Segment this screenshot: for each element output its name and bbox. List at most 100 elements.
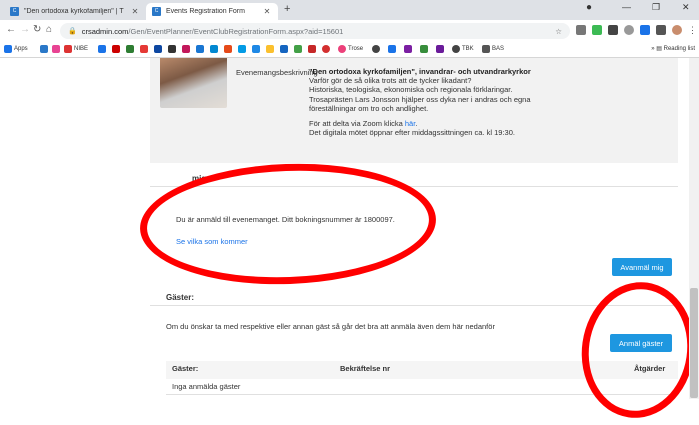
red-annotation-circle — [137, 158, 439, 290]
guests-info-text: Om du önskar ta med respektive eller ann… — [166, 322, 495, 331]
bookmark-icon[interactable] — [252, 45, 262, 53]
bookmark-nibe[interactable]: NIBE — [64, 45, 88, 53]
bookmark-icon[interactable] — [210, 45, 220, 53]
register-guests-button[interactable]: Anmäl gäster — [610, 334, 672, 352]
bookmark-favicon-icon — [322, 45, 330, 53]
tab-den-ortodoxa[interactable]: C "Den ortodoxa kyrkofamiljen" | T ✕ — [4, 3, 146, 20]
bookmark-icon[interactable] — [112, 45, 122, 53]
apps-icon — [4, 45, 12, 53]
star-icon[interactable]: ☆ — [555, 27, 562, 36]
empty-guests-message: Inga anmälda gäster — [172, 382, 241, 391]
close-icon[interactable]: ✕ — [262, 7, 272, 16]
bookmark-favicon-icon — [112, 45, 120, 53]
bookmark-favicon-icon — [98, 45, 106, 53]
bookmark-icon[interactable] — [294, 45, 304, 53]
description-line: Varför gör de så olika trots att de tyck… — [309, 76, 472, 86]
bookmark-icon[interactable] — [224, 45, 234, 53]
site-favicon-icon: C — [10, 7, 19, 16]
bookmark-icon[interactable] — [372, 45, 382, 53]
reading-list[interactable]: » ▤ Reading list — [651, 45, 695, 52]
bookmark-tbk[interactable]: TBK — [452, 45, 474, 53]
bookmark-icon[interactable] — [126, 45, 136, 53]
bookmark-icon[interactable] — [154, 45, 164, 53]
bookmark-favicon-icon — [210, 45, 218, 53]
extension-icon[interactable] — [608, 25, 618, 35]
bookmark-icon[interactable] — [52, 45, 62, 53]
extension-icon[interactable] — [592, 25, 602, 35]
bookmark-favicon-icon — [294, 45, 302, 53]
divider — [166, 394, 678, 395]
bookmark-icon[interactable] — [266, 45, 276, 53]
bookmark-trose[interactable]: Trose — [338, 45, 363, 53]
home-icon[interactable]: ⌂ — [46, 24, 52, 35]
bookmark-icon[interactable] — [238, 45, 248, 53]
bookmark-icon[interactable] — [308, 45, 318, 53]
maximize-icon[interactable]: ❐ — [652, 2, 660, 13]
bookmark-favicon-icon — [388, 45, 396, 53]
column-header-confirmation: Bekräftelse nr — [340, 364, 391, 373]
bookmark-favicon-icon — [40, 45, 48, 53]
bookmark-favicon-icon — [196, 45, 204, 53]
bookmark-icon[interactable] — [98, 45, 108, 53]
bookmark-favicon-icon — [168, 45, 176, 53]
scrollbar-thumb[interactable] — [690, 288, 698, 398]
bookmark-bas[interactable]: BAS — [482, 45, 504, 53]
bookmark-icon[interactable] — [436, 45, 446, 53]
event-photo — [160, 58, 227, 108]
back-icon[interactable]: ← — [6, 24, 16, 35]
bookmark-icon[interactable] — [168, 45, 178, 53]
bookmark-icon[interactable] — [404, 45, 414, 53]
bookmark-favicon-icon — [140, 45, 148, 53]
confirmation-text: Du är anmäld till evenemanget. Ditt bokn… — [176, 215, 395, 224]
new-tab-button[interactable]: + — [284, 3, 290, 15]
extension-icon[interactable] — [624, 25, 634, 35]
tab-title: "Den ortodoxa kyrkofamiljen" | T — [24, 8, 124, 15]
divider — [150, 186, 678, 187]
unregister-button[interactable]: Avanmäl mig — [612, 258, 672, 276]
bookmark-favicon-icon — [252, 45, 260, 53]
forward-icon[interactable]: → — [20, 24, 30, 35]
bookmark-icon[interactable] — [280, 45, 290, 53]
extension-icon[interactable] — [640, 25, 650, 35]
window-close-icon[interactable]: ✕ — [682, 2, 690, 13]
reload-icon[interactable]: ↻ — [33, 24, 41, 35]
extension-icon[interactable] — [576, 25, 586, 35]
bookmark-apps[interactable]: Apps — [4, 45, 28, 53]
zoom-link[interactable]: här — [405, 119, 415, 128]
zoom-text: För att delta via Zoom klicka — [309, 119, 403, 129]
bookmark-icon[interactable] — [420, 45, 430, 53]
description-label: Evenemangsbeskrivning — [236, 68, 318, 77]
divider — [150, 305, 678, 306]
minimize-icon[interactable]: — — [622, 2, 631, 12]
address-bar[interactable]: 🔒 crsadmin.com/Gen/EventPlanner/EventClu… — [60, 23, 570, 39]
bookmark-icon[interactable] — [140, 45, 150, 53]
lock-icon: 🔒 — [68, 28, 77, 35]
menu-icon[interactable]: ⋮ — [688, 25, 697, 36]
profile-icon[interactable]: ● — [586, 2, 592, 13]
bookmark-favicon-icon — [224, 45, 232, 53]
puzzle-icon[interactable] — [656, 25, 666, 35]
bookmark-favicon-icon — [372, 45, 380, 53]
bookmark-icon[interactable] — [182, 45, 192, 53]
event-description: "Den ortodoxa kyrkofamiljen", invandrar-… — [309, 67, 531, 138]
bookmark-icon[interactable] — [322, 45, 332, 53]
bookmark-favicon-icon — [266, 45, 274, 53]
column-header-guests: Gäster: — [172, 364, 199, 373]
tab-title: Events Registration Form — [166, 8, 245, 15]
bookmark-favicon-icon — [154, 45, 162, 53]
description-title: "Den ortodoxa kyrkofamiljen", invandrar-… — [309, 67, 531, 76]
tab-events-registration[interactable]: C Events Registration Form ✕ — [146, 3, 278, 20]
close-icon[interactable]: ✕ — [130, 7, 140, 16]
avatar[interactable] — [672, 25, 682, 35]
page-content: Evenemangsbeskrivning "Den ortodoxa kyrk… — [0, 58, 699, 425]
bookmark-icon[interactable] — [196, 45, 206, 53]
guests-table-header — [166, 361, 678, 379]
column-header-actions: Åtgärder — [634, 364, 666, 373]
dinner-text: Det digitala mötet öppnar efter middagss… — [309, 128, 515, 138]
site-favicon-icon: C — [152, 7, 161, 16]
bookmark-icon[interactable] — [388, 45, 398, 53]
see-who-attends-link[interactable]: Se vilka som kommer — [176, 237, 248, 246]
bookmark-favicon-icon — [420, 45, 428, 53]
page-scrollbar[interactable] — [689, 58, 699, 399]
bookmark-icon[interactable] — [40, 45, 50, 53]
